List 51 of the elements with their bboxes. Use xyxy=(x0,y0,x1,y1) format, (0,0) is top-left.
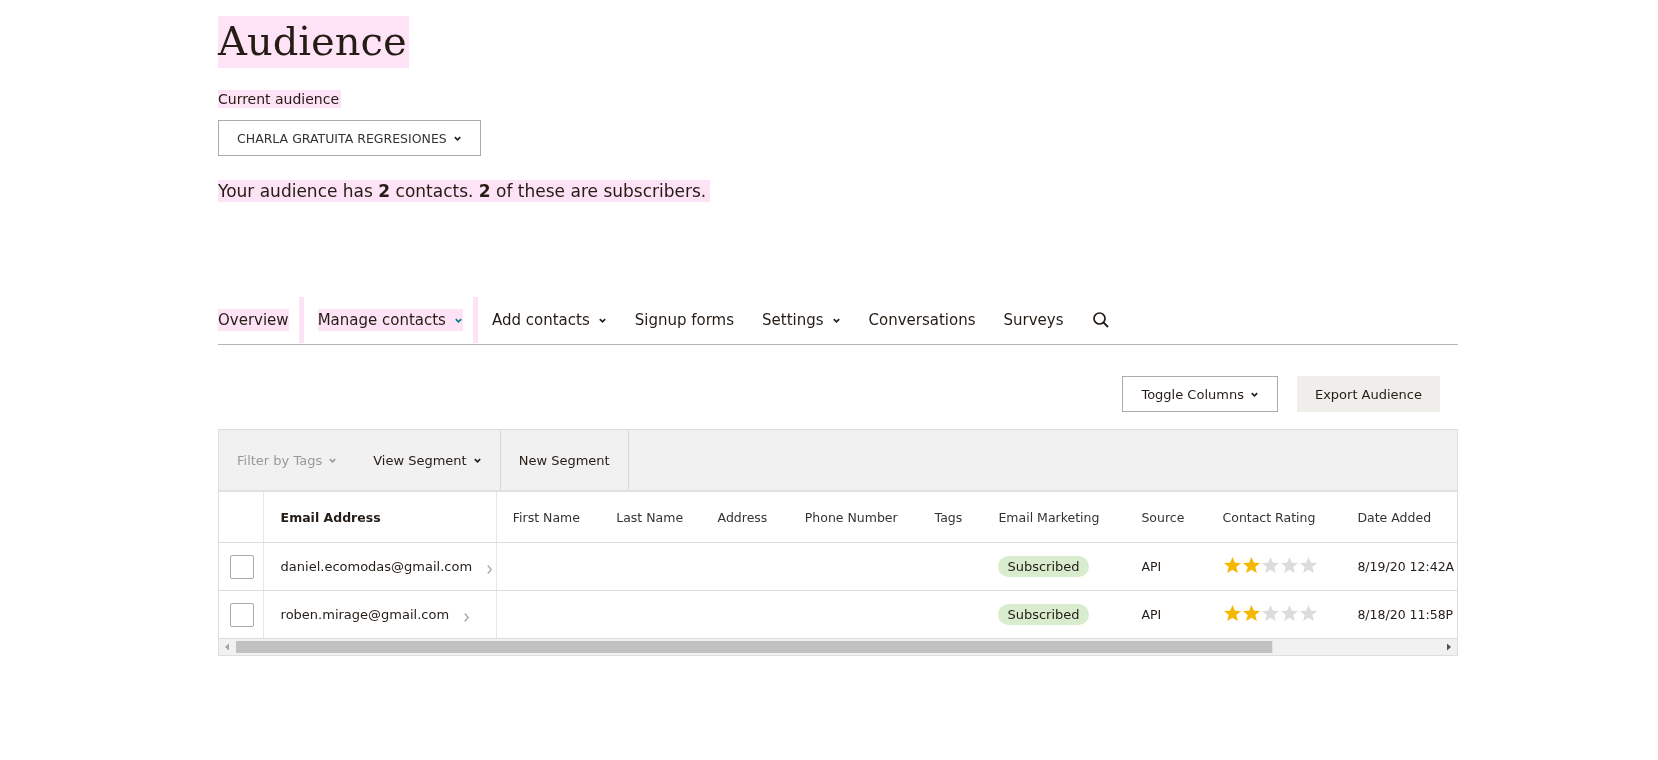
star-icon xyxy=(1279,555,1299,575)
column-header[interactable]: Email Marketing xyxy=(982,492,1126,543)
column-header[interactable]: Last Name xyxy=(600,492,702,543)
email-link[interactable]: roben.mirage@gmail.com xyxy=(280,607,450,622)
nav-tab[interactable]: Add contacts xyxy=(491,309,607,331)
star-icon xyxy=(1279,603,1299,623)
highlight-bar xyxy=(298,297,304,343)
star-icon xyxy=(1241,555,1261,575)
table-cell: 8/19/20 12:42A xyxy=(1345,542,1457,591)
highlight-bar xyxy=(472,297,478,343)
nav-tab[interactable]: Surveys xyxy=(1003,309,1064,331)
horizontal-scrollbar[interactable] xyxy=(219,639,1457,655)
column-header[interactable]: Tags xyxy=(918,492,983,543)
column-header[interactable]: First Name xyxy=(496,492,601,543)
star-icon xyxy=(1241,603,1261,623)
export-button[interactable]: Export Audience xyxy=(1296,376,1440,412)
segment-dropdown[interactable]: View Segment xyxy=(355,430,500,490)
star-icon xyxy=(1222,555,1242,575)
column-header[interactable]: Phone Number xyxy=(788,492,919,543)
star-icon xyxy=(1260,555,1280,575)
column-header[interactable]: Address xyxy=(701,492,789,543)
column-header[interactable]: Source xyxy=(1125,492,1207,543)
nav-tab[interactable]: Overview xyxy=(218,309,289,331)
table-cell: API xyxy=(1125,590,1207,639)
status-badge: Subscribed xyxy=(998,604,1089,625)
search-icon[interactable] xyxy=(1091,311,1110,329)
table-cell: API xyxy=(1125,542,1207,591)
page-title: Audience xyxy=(218,16,409,68)
chevron-icon[interactable] xyxy=(463,612,471,623)
table-cell: 8/18/20 11:58P xyxy=(1345,590,1457,639)
nav-tab[interactable]: Conversations xyxy=(868,309,976,331)
nav-tab[interactable]: Manage contacts xyxy=(317,309,463,331)
chevron-icon[interactable] xyxy=(486,564,494,575)
new-segment-button[interactable]: New Segment xyxy=(499,430,629,490)
toggle-columns-dropdown[interactable]: Toggle Columns xyxy=(1122,376,1278,412)
row-checkbox[interactable] xyxy=(230,602,254,627)
nav-tab[interactable]: Settings xyxy=(762,309,841,331)
column-header[interactable]: Contact Rating xyxy=(1206,492,1346,543)
star-icon xyxy=(1222,603,1242,623)
row-checkbox[interactable] xyxy=(230,554,254,579)
star-icon xyxy=(1298,555,1318,575)
audience-label: Current audience xyxy=(218,90,342,108)
nav-tab[interactable]: Signup forms xyxy=(634,309,734,331)
star-icon xyxy=(1298,603,1318,623)
audience-dropdown[interactable]: CHARLA GRATUITA REGRESIONES xyxy=(218,120,481,156)
email-link[interactable]: daniel.ecomodas@gmail.com xyxy=(280,559,473,574)
column-header[interactable]: Date Added xyxy=(1345,492,1457,543)
column-header[interactable]: Email Address xyxy=(263,492,497,543)
star-icon xyxy=(1260,603,1280,623)
status-badge: Subscribed xyxy=(998,556,1089,577)
audience-summary: Your audience has 2 contacts. 2 of these are subscribers. xyxy=(218,180,711,202)
